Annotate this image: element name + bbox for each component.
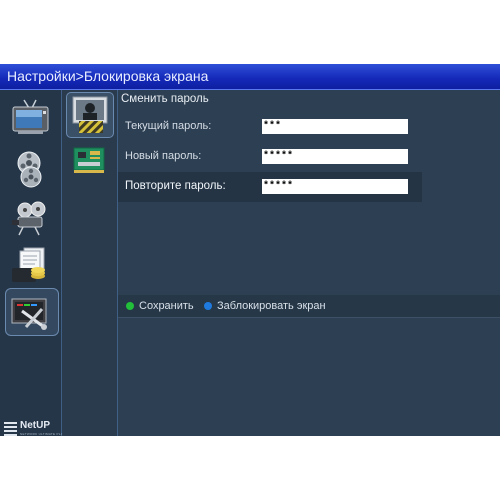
main-sidebar: NetUP NETWORK ULTIMATE PLATFORM	[0, 90, 75, 436]
save-label: Сохранить	[139, 300, 194, 312]
film-reels-icon	[17, 151, 42, 188]
sub-navigation	[62, 90, 118, 436]
subnav-item-hardware[interactable]	[66, 138, 112, 182]
repeat-password-row: Повторите пароль: *****	[118, 172, 422, 202]
lock-screen-action[interactable]: Заблокировать экран	[204, 300, 326, 312]
repeat-password-label: Повторите пароль:	[125, 180, 226, 192]
lock-screen-icon	[72, 96, 108, 133]
new-password-row: Новый пароль: *****	[118, 142, 422, 172]
breadcrumb: Настройки>Блокировка экрана	[7, 68, 209, 84]
sidebar-item-settings[interactable]	[5, 288, 59, 336]
settings-tools-icon	[11, 298, 47, 330]
lock-screen-label: Заблокировать экран	[217, 300, 326, 312]
projector-icon	[12, 201, 46, 236]
repeat-password-field[interactable]: *****	[262, 179, 408, 194]
section-title: Сменить пароль	[121, 93, 209, 105]
netup-logo-icon	[4, 422, 17, 436]
action-bar: Сохранить Заблокировать экран	[118, 295, 500, 317]
title-bar: Настройки>Блокировка экрана	[0, 64, 500, 90]
logo-text: NetUP	[20, 420, 51, 431]
new-password-label: Новый пароль:	[125, 150, 202, 162]
tv-icon	[12, 99, 49, 134]
sidebar-item-tv[interactable]	[5, 96, 57, 142]
divider	[118, 317, 500, 318]
blue-button-icon	[204, 302, 212, 310]
green-button-icon	[126, 302, 134, 310]
new-password-field[interactable]: *****	[262, 149, 408, 164]
current-password-label: Текущий пароль:	[125, 120, 212, 132]
circuit-board-icon	[73, 147, 105, 173]
current-password-row: Текущий пароль: ***	[118, 112, 422, 142]
sidebar-item-billing[interactable]	[5, 242, 57, 288]
documents-coins-icon	[12, 247, 45, 282]
app-screen: Настройки>Блокировка экрана NetUP NETWOR…	[0, 64, 500, 436]
subnav-item-screen-lock[interactable]	[66, 92, 114, 138]
netup-logo: NetUP NETWORK ULTIMATE PLATFORM	[3, 420, 75, 436]
sidebar-item-cinema[interactable]	[5, 194, 57, 240]
save-action[interactable]: Сохранить	[126, 300, 194, 312]
sidebar-item-video[interactable]	[5, 145, 57, 191]
current-password-field[interactable]: ***	[262, 119, 408, 134]
